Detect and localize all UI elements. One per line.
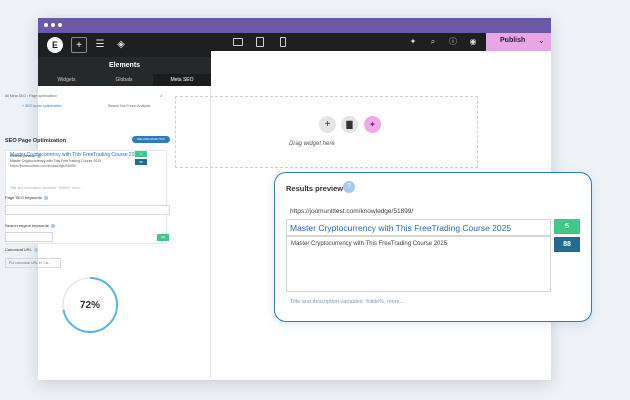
window-dot-icon[interactable] bbox=[44, 23, 48, 27]
seo-tabs-hint[interactable]: Search Not Found Analysis bbox=[108, 104, 150, 108]
collapse-icon[interactable]: ∧ bbox=[160, 94, 163, 98]
chevron-down-icon[interactable]: ⌄ bbox=[538, 36, 545, 45]
meta-title-field[interactable]: Master Cryptocurrency with This FreeTrad… bbox=[286, 219, 551, 236]
publish-label: Publish bbox=[500, 37, 526, 44]
mobile-icon[interactable] bbox=[280, 37, 286, 47]
mini-variables-hint[interactable]: Title and description variables: %title%… bbox=[10, 186, 83, 190]
tablet-icon[interactable] bbox=[256, 37, 264, 47]
help-icon[interactable] bbox=[33, 247, 38, 252]
search-keywords-input[interactable] bbox=[5, 232, 53, 242]
help-icon[interactable] bbox=[50, 223, 55, 228]
settings-sliders-icon[interactable]: ☰ bbox=[92, 37, 108, 53]
mini-description: Master Cryptocurrency with This FreeTrad… bbox=[10, 159, 102, 163]
results-preview-popup: Results preview ? https://joomunittest.c… bbox=[274, 172, 592, 322]
canonical-label: Canonical URL bbox=[5, 247, 38, 252]
seo-breadcrumb[interactable]: All Meta SEO › Page optimization bbox=[5, 94, 57, 98]
magic-icon[interactable]: ✦ bbox=[408, 37, 418, 47]
mini-title-count-badge: 5 bbox=[135, 151, 147, 157]
help-icon[interactable]: ⓘ bbox=[448, 37, 458, 47]
mini-desc-count-badge: 88 bbox=[135, 159, 147, 165]
seo-score-value: 72% bbox=[79, 300, 100, 311]
preview-description: Master Cryptocurrency with This FreeTrad… bbox=[291, 241, 448, 247]
window-dot-icon[interactable] bbox=[58, 23, 62, 27]
meta-description-field[interactable]: Master Cryptocurrency with This FreeTrad… bbox=[286, 236, 551, 292]
keyword-count-badge: 0/0 bbox=[157, 234, 169, 241]
editor-topbar: E + ☰ ◈ bbox=[38, 33, 211, 57]
publish-button[interactable]: Publish ⌄ bbox=[486, 33, 551, 51]
drag-widget-hint: Drag widget here bbox=[289, 141, 335, 147]
variables-hint-link[interactable]: Title and description variables: %title%… bbox=[290, 299, 404, 305]
window-dot-icon[interactable] bbox=[51, 23, 55, 27]
preview-eye-icon[interactable]: ◉ bbox=[468, 37, 478, 47]
editor-toolbar: ✦ ⌕ ⓘ ◉ Publish ⌄ bbox=[211, 33, 551, 51]
seo-score-link[interactable]: + SEO score optimization bbox=[22, 104, 62, 108]
canonical-url-input[interactable]: Put canonical URL in 'Ca... bbox=[5, 258, 61, 268]
layers-icon[interactable]: ◈ bbox=[113, 37, 129, 53]
search-icon[interactable]: ⌕ bbox=[428, 37, 438, 47]
keywords-label: Page SEO keywords bbox=[5, 195, 48, 200]
seo-panel-title: SEO Page Optimization bbox=[5, 138, 67, 144]
template-folder-icon[interactable]: ▇ bbox=[341, 116, 358, 133]
mini-url: https://joomunittest.com/knowledge/51899… bbox=[10, 164, 77, 168]
title-count-badge: 5 bbox=[554, 219, 580, 234]
ai-sparkle-icon[interactable]: ✦ bbox=[364, 116, 381, 133]
reload-analysis-button[interactable]: RELOAD ANALYSIS bbox=[132, 136, 170, 143]
help-icon[interactable]: ? bbox=[343, 181, 355, 193]
search-keywords-label: Search engine keywords bbox=[5, 223, 55, 228]
window-titlebar bbox=[38, 18, 551, 33]
popup-title: Results preview bbox=[286, 184, 344, 193]
add-section-icon[interactable]: + bbox=[319, 116, 336, 133]
preview-url: https://joomunittest.com/knowledge/51899… bbox=[290, 208, 414, 215]
desktop-icon[interactable] bbox=[233, 38, 243, 46]
elementor-logo-icon[interactable]: E bbox=[47, 37, 63, 53]
preview-title-link[interactable]: Master Cryptocurrency with This FreeTrad… bbox=[290, 223, 511, 233]
keywords-input[interactable] bbox=[5, 205, 170, 215]
mini-title-link[interactable]: Master Cryptocurrency with This FreeTrad… bbox=[10, 152, 140, 158]
scroll-up-icon[interactable]: ▲ bbox=[505, 36, 510, 42]
add-element-icon[interactable]: + bbox=[71, 37, 87, 53]
description-count-badge: 88 bbox=[554, 237, 580, 252]
help-icon[interactable] bbox=[43, 195, 48, 200]
seo-panel: All Meta SEO › Page optimization ∧ + SEO… bbox=[0, 55, 173, 345]
